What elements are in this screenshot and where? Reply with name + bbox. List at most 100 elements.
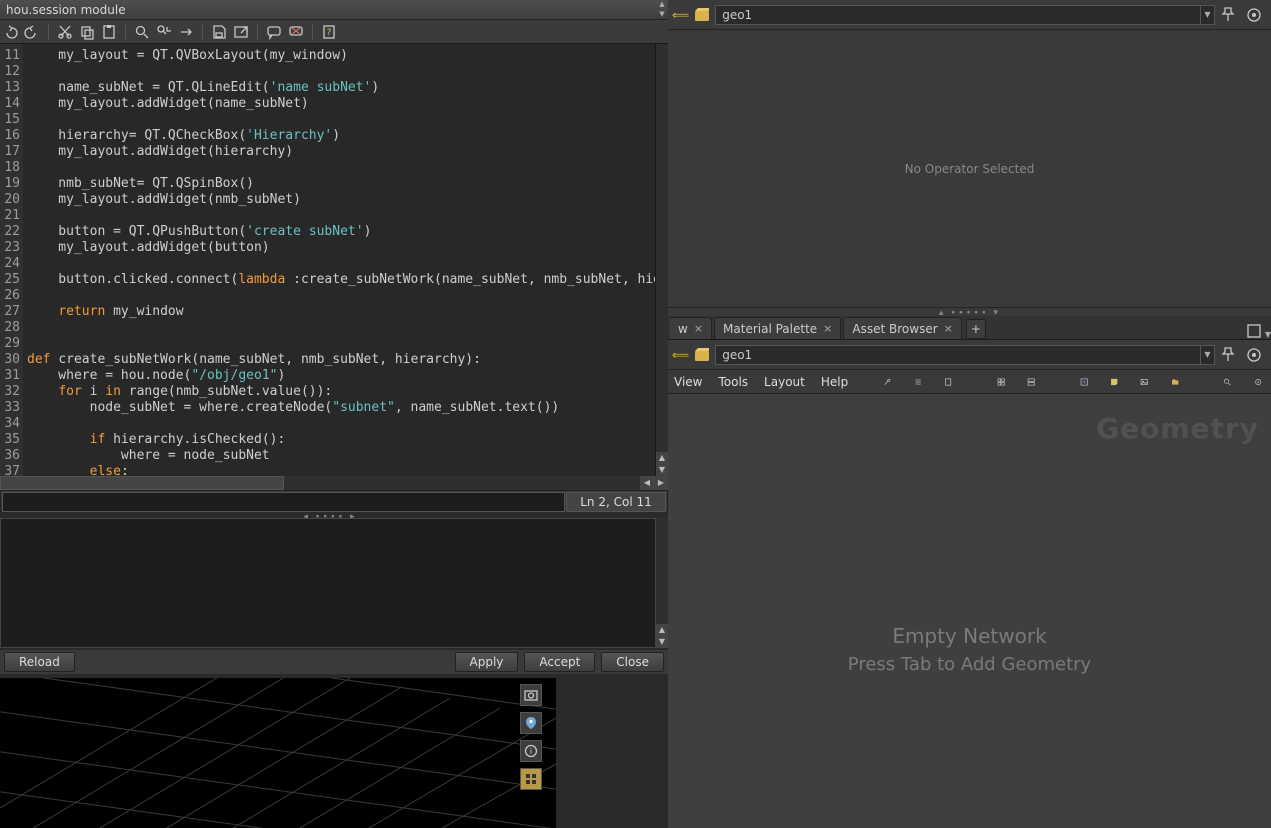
undo-icon[interactable] (2, 24, 18, 40)
help-icon[interactable]: ? (321, 24, 337, 40)
network-view[interactable]: Geometry Empty Network Press Tab to Add … (668, 394, 1271, 828)
pane-max-icon[interactable] (1246, 323, 1262, 339)
spinner-up-icon[interactable]: ▲ (656, 0, 668, 10)
grid2-icon[interactable] (1027, 374, 1035, 390)
parameters-path-input[interactable]: geo1 (715, 5, 1201, 25)
no-operator-label: No Operator Selected (905, 162, 1035, 176)
sticky-icon[interactable] (1110, 374, 1118, 390)
spinner-down-icon[interactable]: ▼ (656, 10, 668, 20)
module-title: hou.session module (6, 3, 126, 17)
title-spinner[interactable]: ▲ ▼ (656, 0, 668, 20)
goto-icon[interactable] (178, 24, 194, 40)
path-dropdown-icon[interactable]: ▼ (1201, 5, 1215, 25)
pin-icon[interactable] (1219, 346, 1237, 364)
pin-icon[interactable] (1219, 6, 1237, 24)
toolbar-separator (125, 24, 126, 40)
editor-horizontal-scrollbar[interactable]: ◀ ▶ (0, 476, 668, 490)
geo-node-icon (693, 6, 711, 24)
output-console[interactable] (0, 518, 656, 648)
paste-icon[interactable] (101, 24, 117, 40)
network-menubar: View Tools Layout Help (668, 370, 1271, 394)
target-icon[interactable] (1245, 6, 1263, 24)
target-icon[interactable] (1245, 346, 1263, 364)
menu-view[interactable]: View (674, 375, 702, 389)
save-icon[interactable] (211, 24, 227, 40)
pane-splitter[interactable]: ▴ ∙∙∙∙∙ ▾ (668, 308, 1271, 316)
toolbar-separator (312, 24, 313, 40)
find-icon[interactable] (1223, 374, 1231, 390)
image-icon[interactable] (1140, 374, 1148, 390)
network-path-input[interactable]: geo1 (715, 345, 1201, 365)
tab-label: Asset Browser (852, 322, 937, 336)
pane-menu-icon[interactable]: ▼ (1265, 330, 1271, 339)
geo-node-icon (693, 346, 711, 364)
pin-marker-icon[interactable] (520, 712, 542, 734)
module-title-bar: hou.session module ▲ ▼ (0, 0, 668, 20)
close-tab-icon[interactable]: × (823, 322, 832, 335)
add-image-icon[interactable] (1080, 374, 1088, 390)
cut-icon[interactable] (57, 24, 73, 40)
editor-vertical-scrollbar[interactable]: ▲ ▼ (656, 44, 668, 476)
line-gutter: 1112131415161718192021222324252627282930… (0, 44, 23, 476)
info-icon[interactable]: i (520, 740, 542, 762)
tab-asset-browser[interactable]: Asset Browser × (843, 317, 961, 339)
scroll-right-icon[interactable]: ▶ (654, 476, 668, 490)
wrench-icon[interactable] (883, 374, 891, 390)
add-tab-button[interactable]: + (966, 319, 986, 339)
back-icon[interactable]: ⟸ (672, 348, 689, 362)
grid3-icon[interactable] (997, 374, 1005, 390)
scroll-left-icon[interactable]: ◀ (640, 476, 654, 490)
pane-tabs: w×Material Palette× Asset Browser × + ▼ (668, 316, 1271, 340)
scrollbar-thumb[interactable] (0, 476, 284, 490)
close-button[interactable]: Close (601, 652, 664, 672)
close-tab-icon[interactable]: × (944, 322, 953, 335)
back-icon[interactable]: ⟸ (672, 8, 689, 22)
menu-layout[interactable]: Layout (764, 375, 805, 389)
settings-icon[interactable] (1254, 374, 1262, 390)
cursor-position: Ln 2, Col 11 (566, 492, 666, 512)
viewport-icon-column: i (520, 684, 544, 790)
parameters-path-bar: ⟸ geo1 ▼ (668, 0, 1271, 30)
parameters-panel: No Operator Selected (668, 30, 1271, 308)
uncomment-icon[interactable] (288, 24, 304, 40)
reload-button[interactable]: Reload (4, 652, 75, 672)
folder-icon[interactable] (1171, 374, 1179, 390)
search-replace-icon[interactable] (156, 24, 172, 40)
empty-network-text: Empty Network Press Tab to Add Geometry (668, 624, 1271, 675)
accept-button[interactable]: Accept (524, 652, 595, 672)
external-editor-icon[interactable] (233, 24, 249, 40)
scroll-up-icon[interactable]: ▲ (656, 452, 668, 464)
scene-viewport[interactable] (0, 678, 556, 828)
list-icon[interactable] (914, 374, 922, 390)
tab-w[interactable]: w× (670, 317, 712, 339)
grid-icon[interactable] (520, 768, 542, 790)
code-editor[interactable]: 1112131415161718192021222324252627282930… (0, 44, 656, 476)
menu-tools[interactable]: Tools (718, 375, 748, 389)
toolbar-separator (257, 24, 258, 40)
scroll-down-icon[interactable]: ▼ (656, 636, 668, 648)
dialog-button-row: Reload Apply Accept Close (0, 650, 668, 674)
copy-icon[interactable] (79, 24, 95, 40)
svg-text:i: i (530, 747, 532, 756)
empty-line1: Empty Network (668, 624, 1271, 648)
console-vertical-scrollbar[interactable]: ▲ ▼ (656, 518, 668, 648)
code-area[interactable]: my_layout = QT.QVBoxLayout(my_window) na… (23, 44, 655, 476)
scroll-down-icon[interactable]: ▼ (656, 464, 668, 476)
apply-button[interactable]: Apply (455, 652, 519, 672)
scroll-up-icon[interactable]: ▲ (656, 624, 668, 636)
toolbar-separator (48, 24, 49, 40)
context-watermark: Geometry (1096, 412, 1259, 445)
snapshot-icon[interactable] (520, 684, 542, 706)
redo-icon[interactable] (24, 24, 40, 40)
tab-material-palette[interactable]: Material Palette× (714, 317, 841, 339)
scrollbar-track[interactable] (284, 476, 640, 490)
path-dropdown-icon[interactable]: ▼ (1201, 345, 1215, 365)
page-icon[interactable] (944, 374, 952, 390)
find-input[interactable] (2, 492, 565, 512)
svg-text:?: ? (327, 28, 332, 38)
menu-help[interactable]: Help (821, 375, 848, 389)
comment-icon[interactable] (266, 24, 282, 40)
search-icon[interactable] (134, 24, 150, 40)
network-path-bar: ⟸ geo1 ▼ (668, 340, 1271, 370)
close-tab-icon[interactable]: × (694, 322, 703, 335)
